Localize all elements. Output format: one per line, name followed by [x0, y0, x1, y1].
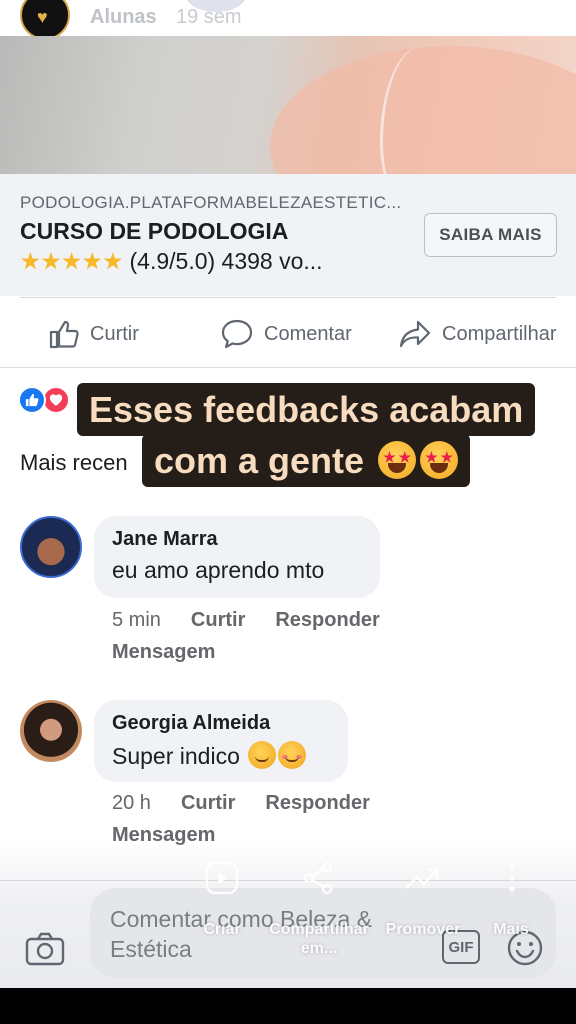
comment-message-row: Mensagem — [112, 641, 245, 664]
link-domain: PODOLOGIA.PLATAFORMABELEZAESTETIC... — [20, 193, 402, 212]
comment-button[interactable]: Comentar — [220, 314, 352, 354]
commenter-name[interactable]: Georgia Almeida — [112, 712, 330, 735]
share-label: Compartilhar — [442, 322, 557, 345]
blush-emoji-icon — [278, 741, 307, 769]
divider — [20, 297, 556, 298]
system-nav-bar — [0, 988, 576, 1024]
comment-text: Super indico — [112, 741, 330, 770]
post-header: ♥ Alunas 19 sem — [0, 0, 576, 40]
commenter-name[interactable]: Jane Marra — [112, 528, 362, 551]
comment-text: eu amo aprendo mto — [112, 557, 325, 583]
share-nodes-icon[interactable] — [300, 860, 336, 901]
link-title: CURSO DE PODOLOGIA — [20, 218, 289, 244]
heart-logo-icon: ♥ — [37, 7, 48, 27]
link-rating: ★★★★★ (4.9/5.0) 4398 vo... — [20, 248, 406, 275]
star-struck-emoji-icon: ★ ★ — [420, 441, 459, 479]
learn-more-button[interactable]: SAIBA MAIS — [424, 213, 557, 257]
commenter-avatar[interactable] — [20, 700, 82, 762]
comment-actions: 20 h Curtir Responder — [112, 792, 400, 815]
promote-label[interactable]: Promover — [380, 920, 466, 939]
like-button[interactable]: Curtir — [48, 314, 139, 354]
like-label: Curtir — [90, 322, 139, 345]
comment-bubble: Jane Marra eu amo aprendo mto — [94, 516, 380, 598]
commenter-avatar[interactable] — [20, 516, 82, 578]
reaction-summary[interactable] — [18, 386, 78, 416]
divider — [0, 880, 576, 881]
share-button[interactable]: Compartilhar — [398, 314, 556, 354]
comment-bubble-icon — [221, 319, 253, 349]
comment-label: Comentar — [264, 322, 352, 345]
post-image[interactable] — [0, 36, 576, 174]
divider — [0, 367, 576, 368]
post-time: 19 sem — [176, 6, 242, 28]
page-avatar[interactable]: ♥ — [20, 0, 70, 40]
create-label[interactable]: Criar — [196, 920, 248, 939]
story-caption-line-1: Esses feedbacks acabam — [77, 383, 536, 436]
star-struck-emoji-icon: ★ ★ — [378, 441, 417, 479]
share-to-label[interactable]: Compartilhar em... — [262, 920, 376, 958]
comment-like-link[interactable]: Curtir — [191, 609, 245, 631]
more-vertical-icon[interactable] — [506, 862, 518, 899]
comment-like-link[interactable]: Curtir — [181, 792, 235, 814]
comment-time: 20 h — [112, 792, 151, 814]
share-arrow-icon — [399, 320, 431, 348]
comment-actions: 5 min Curtir Responder — [112, 609, 410, 632]
star-rating-icon: ★★★★★ — [20, 248, 124, 274]
comment-time: 5 min — [112, 609, 161, 631]
post-author[interactable]: Alunas — [90, 6, 157, 29]
caption-text: com a gente — [154, 440, 365, 481]
rating-text: (4.9/5.0) 4398 vo... — [123, 248, 323, 274]
camera-icon[interactable] — [24, 930, 66, 973]
create-icon[interactable] — [204, 860, 240, 901]
comment-reply-link[interactable]: Responder — [265, 792, 369, 814]
more-label[interactable]: Mais — [488, 920, 534, 939]
love-reaction-icon — [42, 386, 70, 414]
comment-sort-dropdown[interactable]: Mais recen — [20, 450, 128, 476]
trending-icon[interactable] — [404, 862, 440, 899]
comment-bubble: Georgia Almeida Super indico — [94, 700, 348, 782]
comment-text-body: Super indico — [112, 743, 240, 769]
thumbs-up-icon — [49, 320, 79, 349]
story-caption-line-2: com a gente ★ ★ ★ ★ — [142, 434, 471, 487]
post-screen: ♥ Alunas 19 sem PODOLOGIA.PLATAFORMABELE… — [0, 0, 576, 1024]
smirk-emoji-icon — [248, 741, 277, 769]
like-reaction-icon — [18, 386, 46, 414]
comment-reply-link[interactable]: Responder — [275, 609, 379, 631]
comment-message-link[interactable]: Mensagem — [112, 641, 215, 663]
